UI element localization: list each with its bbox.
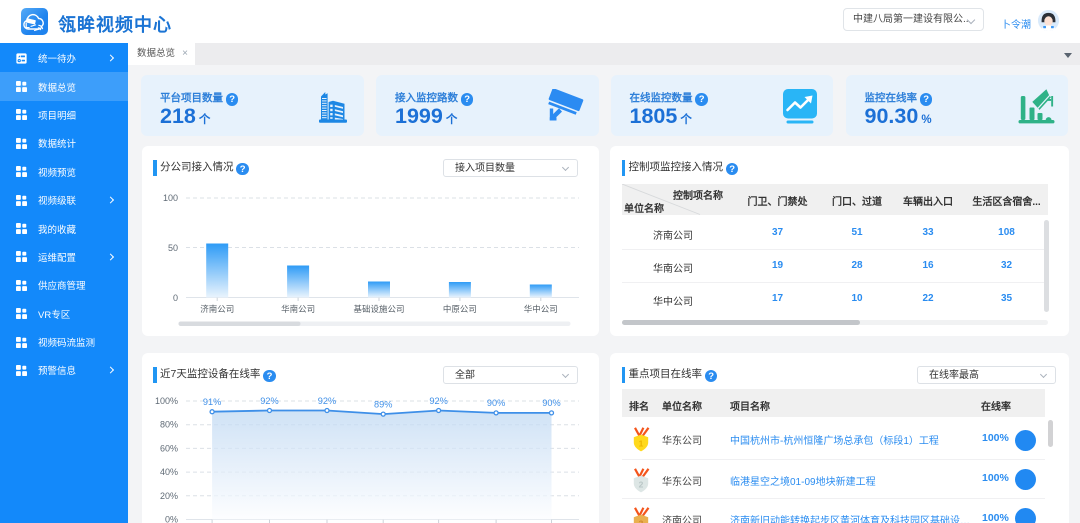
svg-text:40%: 40% [159, 467, 177, 477]
svg-text:89%: 89% [374, 399, 392, 409]
svg-text:济南公司: 济南公司 [200, 304, 234, 314]
svg-text:80%: 80% [159, 420, 177, 430]
svg-text:100%: 100% [154, 396, 177, 406]
svg-text:91%: 91% [202, 397, 220, 407]
svg-text:3: 3 [639, 518, 644, 523]
svg-text:基础设施公司: 基础设施公司 [353, 304, 404, 314]
svg-text:0%: 0% [164, 515, 177, 523]
svg-text:2: 2 [639, 479, 644, 489]
svg-text:90%: 90% [542, 398, 560, 408]
svg-text:50: 50 [167, 243, 177, 253]
svg-text:华中公司: 华中公司 [523, 304, 557, 314]
svg-text:1: 1 [639, 438, 644, 448]
svg-text:100: 100 [162, 193, 177, 203]
svg-text:90%: 90% [486, 398, 504, 408]
svg-text:华南公司: 华南公司 [281, 304, 315, 314]
svg-text:中原公司: 中原公司 [442, 304, 476, 314]
svg-text:0: 0 [172, 293, 177, 303]
svg-text:92%: 92% [429, 396, 447, 406]
svg-text:20%: 20% [159, 491, 177, 501]
svg-text:92%: 92% [317, 396, 335, 406]
svg-text:92%: 92% [260, 396, 278, 406]
svg-text:60%: 60% [159, 443, 177, 453]
